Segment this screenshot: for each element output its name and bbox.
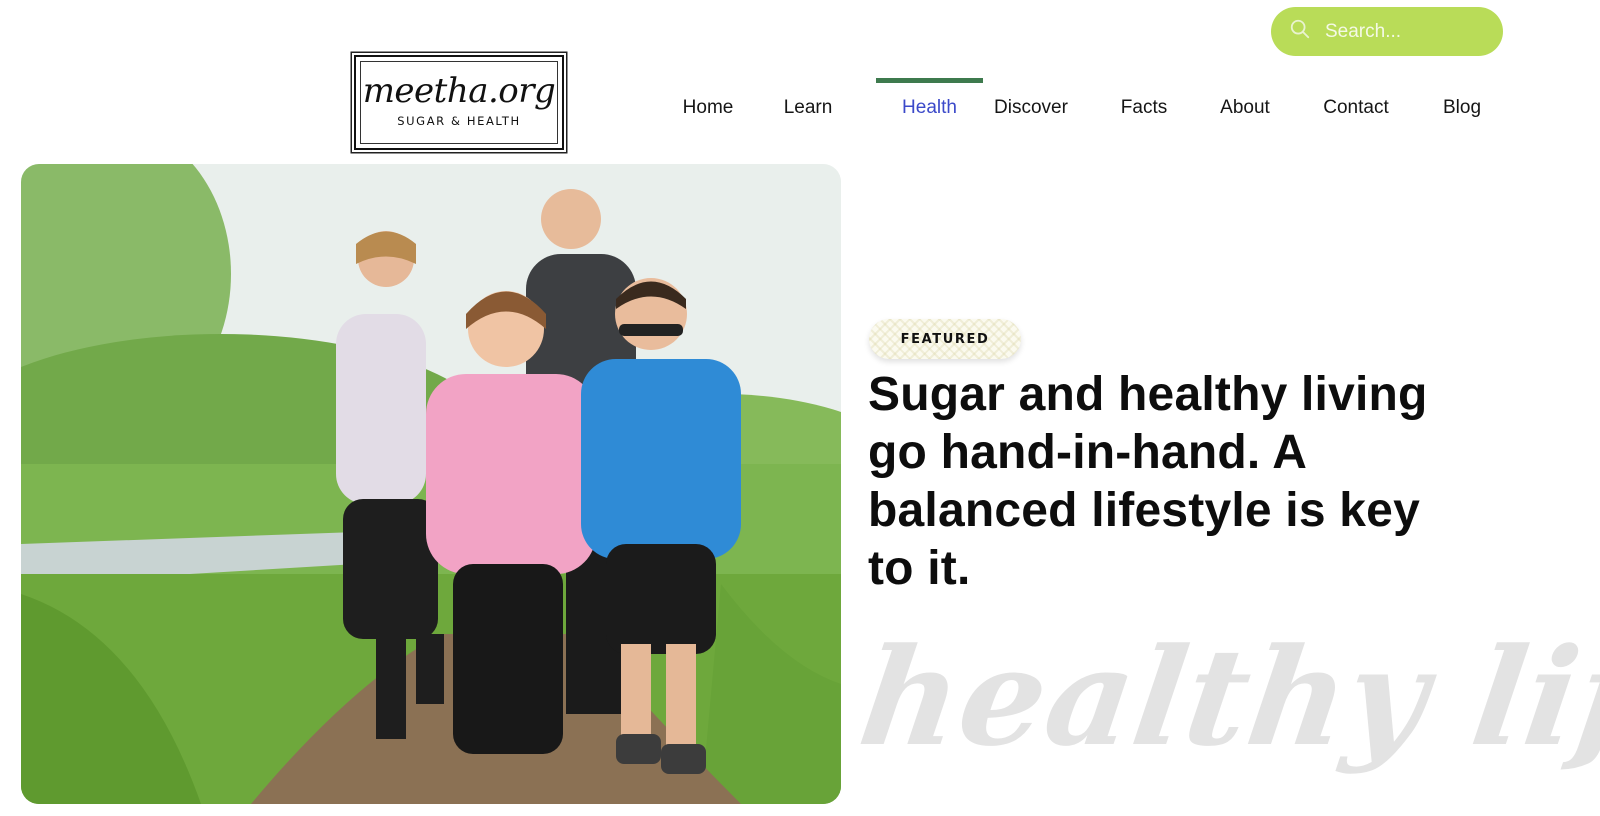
logo-name: meetha.org: [362, 70, 556, 111]
nav-item-about[interactable]: About: [1217, 78, 1273, 128]
nav-item-discover[interactable]: Discover: [990, 78, 1072, 128]
family-running-illustration: [21, 164, 841, 804]
nav-item-health[interactable]: Health: [876, 78, 983, 128]
search-input[interactable]: [1325, 20, 1485, 43]
nav-item-blog[interactable]: Blog: [1440, 78, 1484, 128]
nav-item-facts[interactable]: Facts: [1118, 78, 1170, 128]
search-bar[interactable]: [1271, 7, 1503, 56]
nav-item-contact[interactable]: Contact: [1320, 78, 1392, 128]
search-icon: [1289, 18, 1311, 45]
hero-image: [21, 164, 841, 804]
site-logo[interactable]: meetha.org SUGAR & HEALTH: [354, 55, 564, 150]
nav-item-learn[interactable]: Learn: [780, 78, 836, 128]
featured-badge: FEATURED: [869, 319, 1021, 359]
nav-item-home[interactable]: Home: [678, 78, 738, 128]
decorative-script-text: healthy life: [851, 618, 1600, 776]
hero-headline: Sugar and healthy living go hand-in-hand…: [868, 368, 1428, 595]
logo-tagline: SUGAR & HEALTH: [397, 113, 521, 128]
